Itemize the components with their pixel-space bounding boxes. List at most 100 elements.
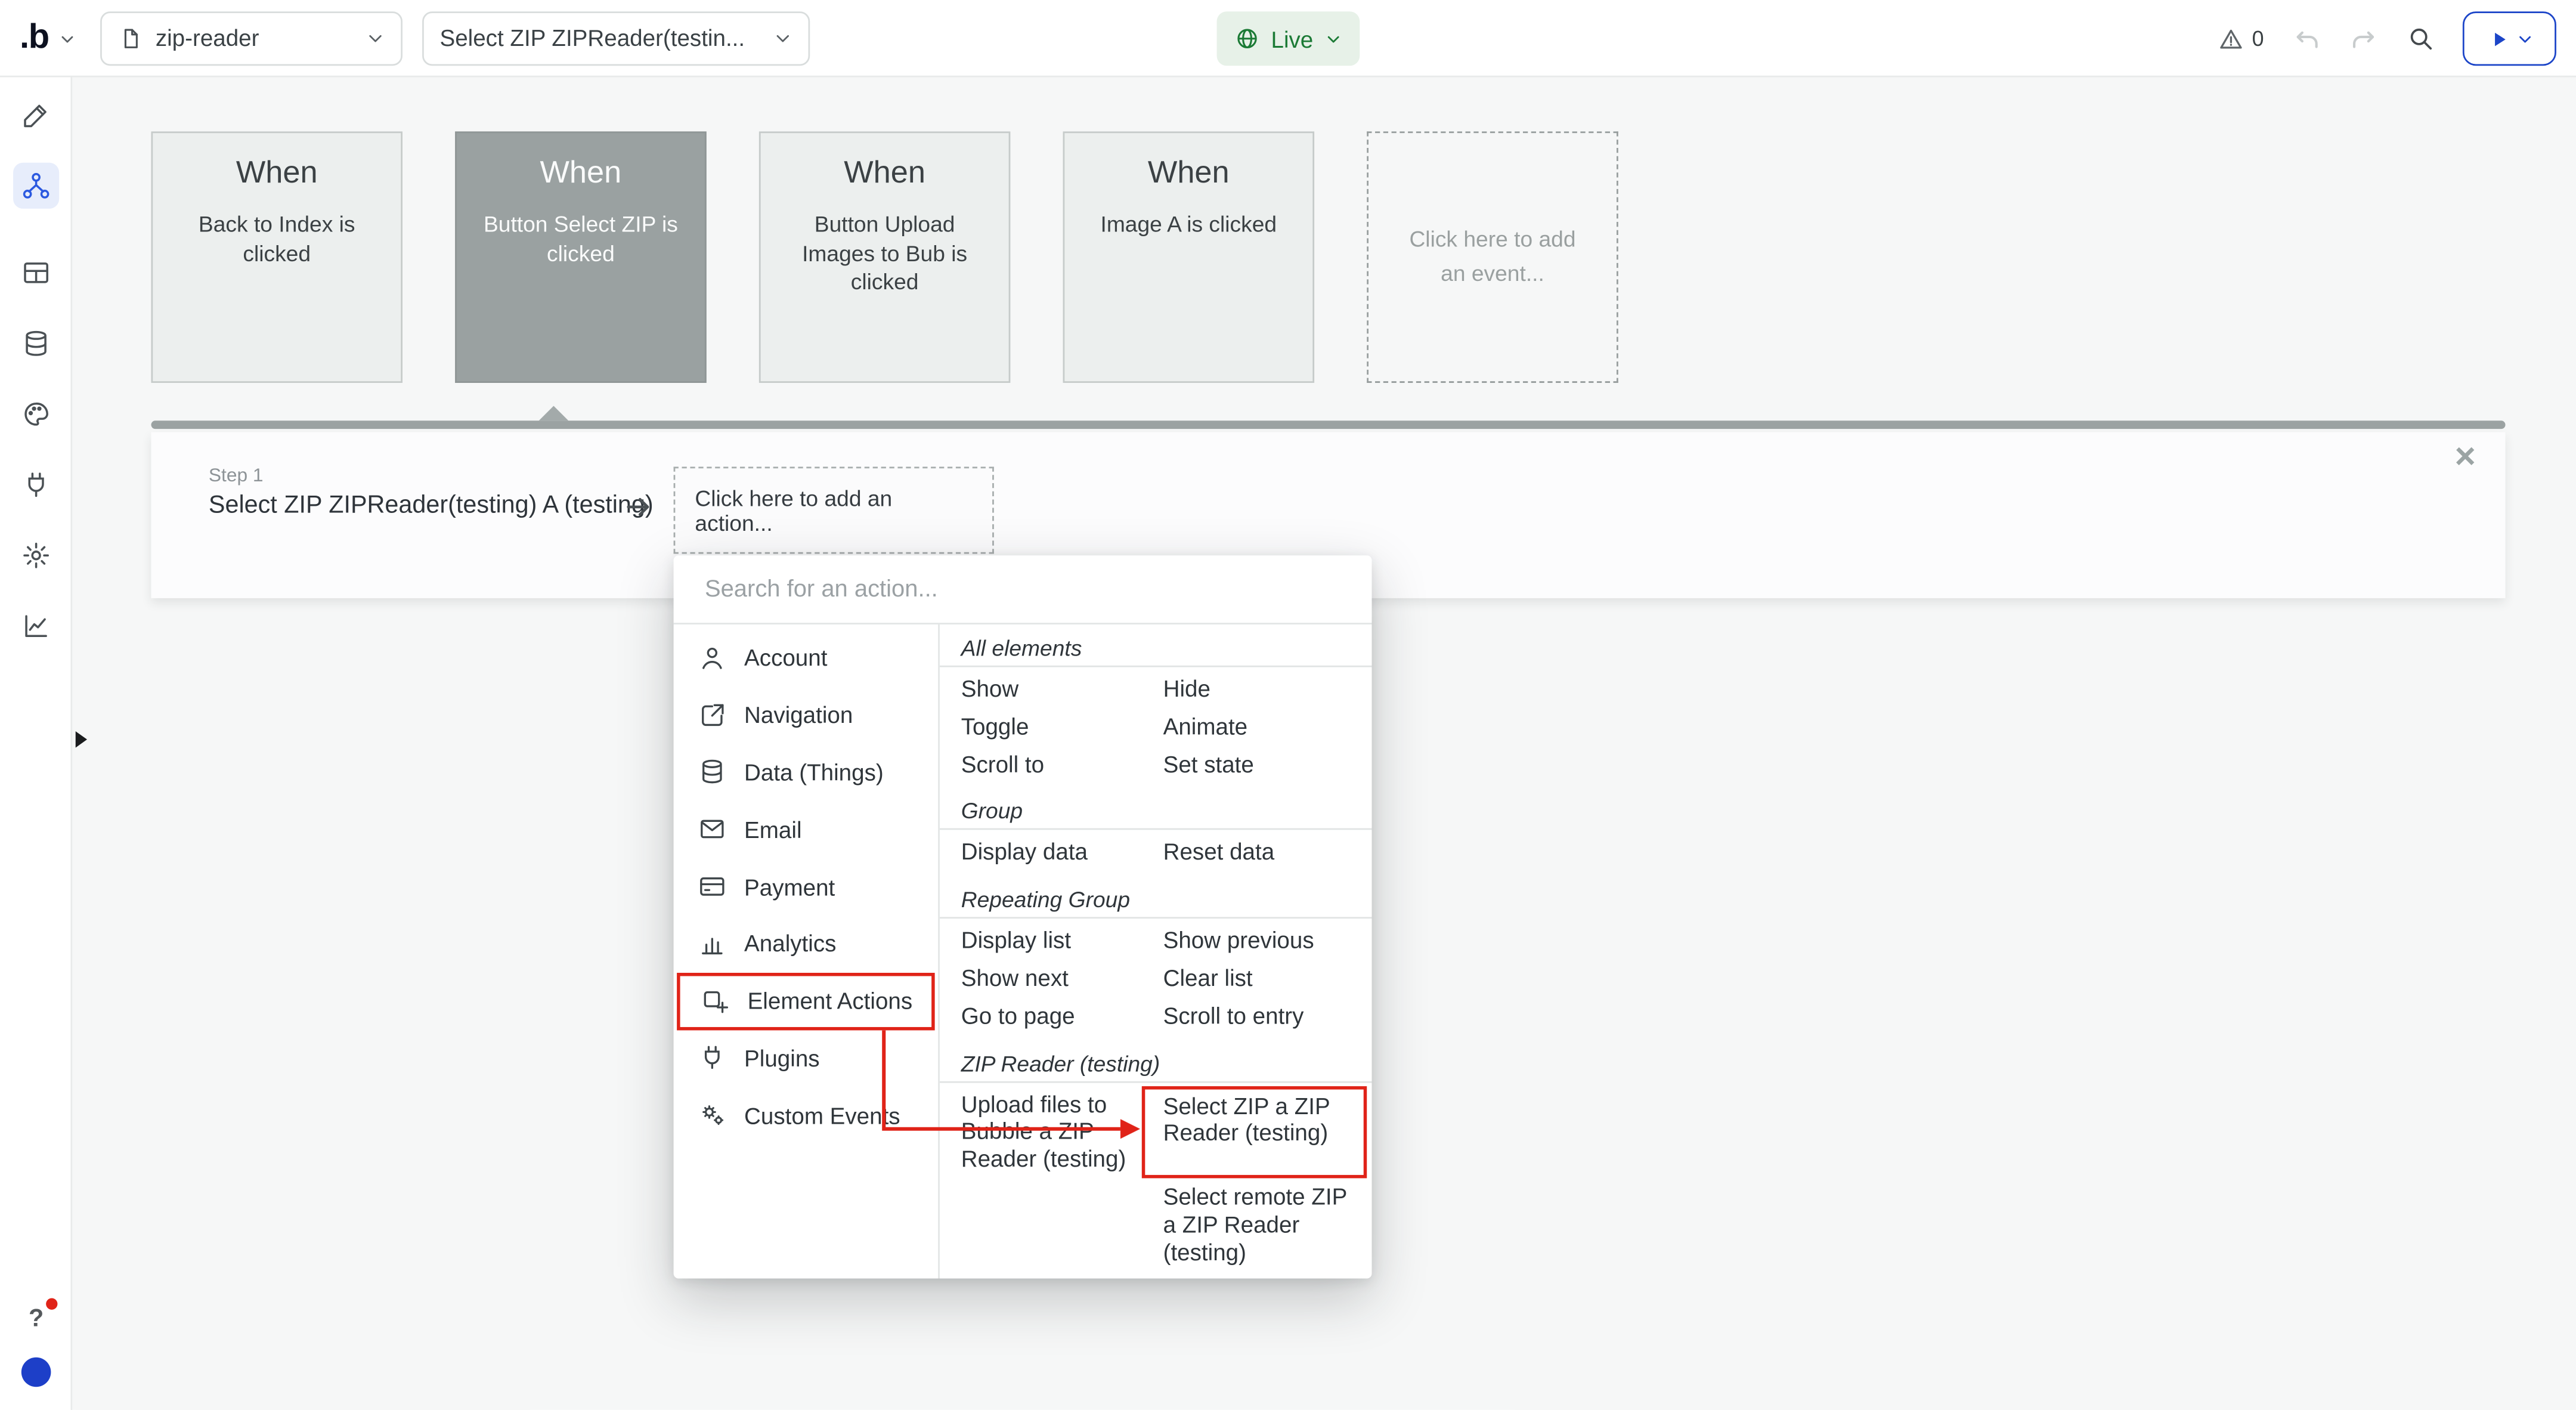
plug-icon bbox=[20, 470, 50, 500]
add-event-placeholder[interactable]: Click here to add an event... bbox=[1367, 131, 1618, 383]
action-item[interactable]: Show previous bbox=[1142, 922, 1372, 960]
issues-indicator[interactable]: 0 bbox=[2218, 26, 2264, 52]
close-icon[interactable]: × bbox=[2455, 439, 2476, 475]
sidebar-item-settings[interactable] bbox=[13, 533, 58, 579]
sidebar-item-design[interactable] bbox=[13, 92, 58, 138]
events-divider-bar[interactable] bbox=[151, 420, 2505, 429]
action-item[interactable]: Scroll to bbox=[940, 746, 1142, 783]
event-card[interactable]: When Back to Index is clicked bbox=[151, 131, 402, 383]
action-item[interactable]: Go to page bbox=[940, 997, 1142, 1035]
action-item[interactable]: Display list bbox=[940, 922, 1142, 960]
environment-switcher[interactable]: Live bbox=[1217, 11, 1360, 66]
event-card-selected[interactable]: When Button Select ZIP is clicked bbox=[455, 131, 707, 383]
add-action-placeholder[interactable]: Click here to add an action... bbox=[674, 466, 994, 554]
person-icon bbox=[698, 644, 726, 672]
action-item[interactable]: Show bbox=[940, 670, 1142, 708]
topbar-actions: 0 bbox=[2218, 0, 2556, 77]
event-card-body: Image A is clicked bbox=[1064, 211, 1312, 239]
chevron-down-icon bbox=[1325, 30, 1342, 47]
notification-dot bbox=[46, 1298, 57, 1310]
action-item[interactable]: Set state bbox=[1142, 746, 1372, 783]
category-account[interactable]: Account bbox=[674, 629, 939, 687]
action-picker-popup: Account Navigation Data (Things) Email bbox=[674, 555, 1372, 1278]
action-search-bar bbox=[674, 555, 1372, 624]
page-selector[interactable]: Select ZIP ZIPReader(testin... bbox=[422, 11, 809, 65]
play-icon bbox=[2487, 27, 2510, 50]
search-input[interactable] bbox=[701, 574, 1343, 604]
category-label: Navigation bbox=[744, 702, 853, 728]
action-item[interactable]: Hide bbox=[1142, 670, 1372, 708]
event-card-title: When bbox=[457, 156, 705, 193]
plug-icon bbox=[698, 1044, 726, 1072]
redo-button[interactable] bbox=[2349, 24, 2379, 54]
issues-count: 0 bbox=[2252, 26, 2264, 51]
bubble-editor: .b zip-reader Select ZIP ZIPReader(testi… bbox=[0, 0, 2576, 1410]
sidebar-item-layout[interactable] bbox=[13, 250, 58, 296]
category-custom-events[interactable]: Custom Events bbox=[674, 1087, 939, 1144]
pencil-icon bbox=[20, 100, 50, 130]
section-header: ZIP Reader (testing) bbox=[940, 1040, 1372, 1083]
sidebar-item-workflow[interactable] bbox=[13, 163, 58, 209]
category-email[interactable]: Email bbox=[674, 801, 939, 858]
category-plugins[interactable]: Plugins bbox=[674, 1029, 939, 1087]
sidebar-item-plugins[interactable] bbox=[13, 462, 58, 508]
sidebar-item-logs[interactable] bbox=[13, 603, 58, 649]
chevron-down-icon bbox=[366, 29, 383, 47]
action-item[interactable]: Scroll to entry bbox=[1142, 997, 1372, 1035]
search-button[interactable] bbox=[2407, 24, 2435, 52]
event-card-title: When bbox=[761, 156, 1009, 193]
event-card[interactable]: When Button Upload Images to Bub is clic… bbox=[759, 131, 1011, 383]
category-element-actions[interactable]: Element Actions bbox=[677, 972, 935, 1029]
gears-icon bbox=[698, 1102, 726, 1130]
sidebar-bottom: ? bbox=[0, 1300, 72, 1387]
preview-button[interactable] bbox=[2463, 11, 2556, 66]
category-navigation[interactable]: Navigation bbox=[674, 687, 939, 744]
section-group: Group Display data Reset data bbox=[940, 788, 1372, 876]
action-item-select-zip[interactable]: Select ZIP a ZIP Reader (testing) bbox=[1142, 1086, 1367, 1178]
event-card-body: Button Select ZIP is clicked bbox=[457, 211, 705, 268]
app-selector-label: zip-reader bbox=[156, 24, 353, 51]
action-picker-body: Account Navigation Data (Things) Email bbox=[674, 624, 1372, 1279]
event-card[interactable]: When Image A is clicked bbox=[1063, 131, 1315, 383]
palette-icon bbox=[20, 399, 50, 429]
sidebar-item-styles[interactable] bbox=[13, 391, 58, 437]
step-title: Select ZIP ZIPReader(testing) A (testing… bbox=[209, 491, 654, 520]
action-item[interactable]: Toggle bbox=[940, 708, 1142, 746]
category-label: Plugins bbox=[744, 1045, 820, 1071]
expand-panel-handle[interactable] bbox=[74, 729, 89, 749]
action-item[interactable]: Reset data bbox=[1142, 834, 1372, 871]
undo-button[interactable] bbox=[2292, 24, 2321, 54]
category-analytics[interactable]: Analytics bbox=[674, 916, 939, 973]
action-grid: Display list Show previous Show next Cle… bbox=[940, 919, 1372, 1040]
action-item[interactable]: Show next bbox=[940, 960, 1142, 997]
category-label: Analytics bbox=[744, 930, 836, 957]
selected-event-pointer bbox=[539, 406, 569, 421]
environment-label: Live bbox=[1271, 26, 1314, 52]
category-label: Custom Events bbox=[744, 1102, 900, 1128]
arrow-right-icon bbox=[624, 493, 652, 521]
section-header: Repeating Group bbox=[940, 876, 1372, 919]
workspace-menu[interactable]: .b bbox=[20, 18, 75, 57]
action-item[interactable]: Animate bbox=[1142, 708, 1372, 746]
app-selector[interactable]: zip-reader bbox=[100, 11, 402, 65]
sidebar: ? bbox=[0, 77, 72, 1409]
event-card-body: Button Upload Images to Bub is clicked bbox=[761, 211, 1009, 297]
action-lists: All elements Show Hide Toggle Animate Sc… bbox=[940, 624, 1372, 1279]
sidebar-item-data[interactable] bbox=[13, 320, 58, 366]
category-label: Email bbox=[744, 817, 801, 843]
category-payment[interactable]: Payment bbox=[674, 858, 939, 916]
action-item-select-remote-zip[interactable]: Select remote ZIP a ZIP Reader (testing) bbox=[1142, 1178, 1372, 1270]
action-item-upload-files[interactable]: Upload files to Bubble a ZIP Reader (tes… bbox=[940, 1086, 1142, 1178]
action-item[interactable]: Display data bbox=[940, 834, 1142, 871]
section-zip-reader: ZIP Reader (testing) Upload files to Bub… bbox=[940, 1040, 1372, 1276]
category-label: Payment bbox=[744, 874, 835, 900]
section-repeating-group: Repeating Group Display list Show previo… bbox=[940, 876, 1372, 1040]
avatar[interactable] bbox=[21, 1358, 51, 1387]
layout-icon bbox=[20, 258, 50, 288]
action-item[interactable]: Clear list bbox=[1142, 960, 1372, 997]
chart-icon bbox=[20, 611, 50, 641]
step-label: Step 1 bbox=[209, 466, 264, 486]
envelope-icon bbox=[698, 815, 726, 843]
help-button[interactable]: ? bbox=[18, 1300, 54, 1336]
category-data-things[interactable]: Data (Things) bbox=[674, 744, 939, 801]
